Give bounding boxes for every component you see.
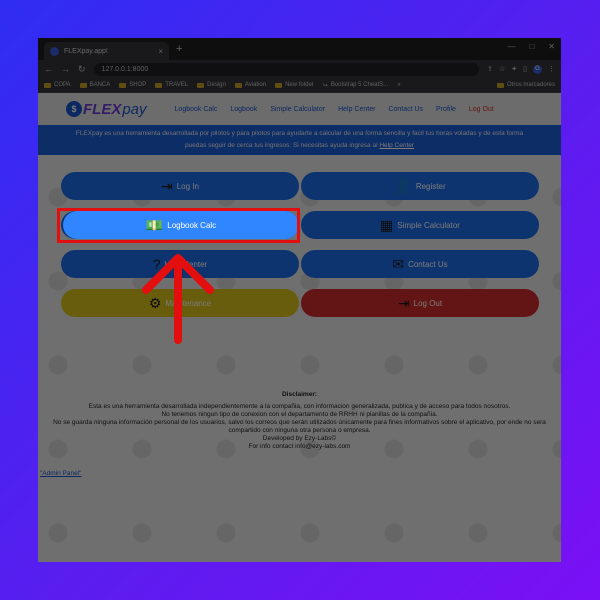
pointer-arrow-icon	[142, 254, 214, 344]
